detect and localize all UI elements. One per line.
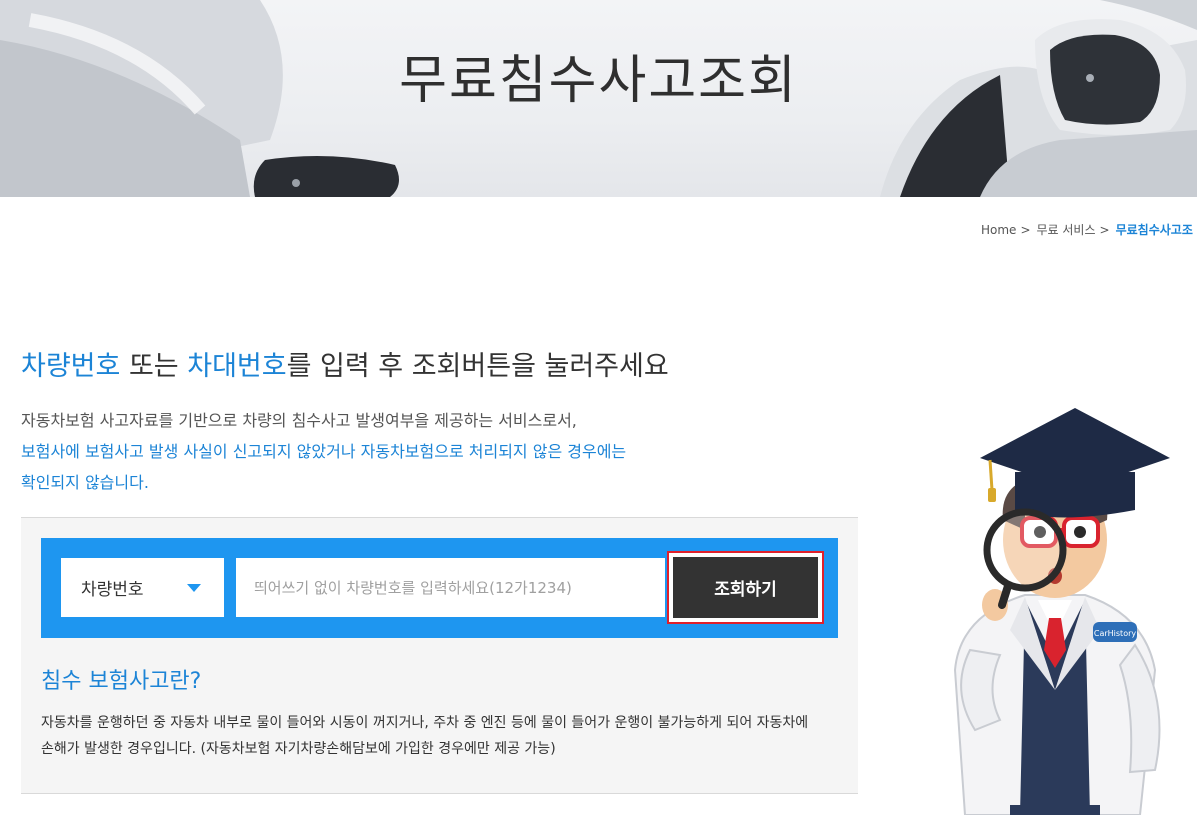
breadcrumb-separator: > bbox=[1099, 223, 1110, 237]
doctor-mascot-illustration: CarHistory bbox=[953, 408, 1170, 815]
info-text-line: 손해가 발생한 경우입니다. (자동차보험 자기차량손해담보에 가입한 경우에만… bbox=[41, 741, 556, 757]
description-line: 자동차보험 사고자료를 기반으로 차량의 침수사고 발생여부을 제공하는 서비스… bbox=[21, 411, 577, 430]
search-button-highlight: 조회하기 bbox=[667, 551, 824, 624]
breadcrumb-separator: > bbox=[1020, 223, 1031, 237]
search-bar: 차량번호 조회하기 bbox=[41, 538, 838, 638]
service-description: 자동차보험 사고자료를 기반으로 차량의 침수사고 발생여부을 제공하는 서비스… bbox=[21, 405, 626, 498]
breadcrumb-home[interactable]: Home bbox=[981, 223, 1016, 237]
instruction-headline: 차량번호 또는 차대번호를 입력 후 조회버튼을 눌러주세요 bbox=[21, 344, 669, 383]
search-type-select[interactable]: 차량번호 bbox=[61, 558, 224, 617]
hero-banner: 무료침수사고조회 bbox=[0, 0, 1197, 197]
page-title: 무료침수사고조회 bbox=[399, 51, 798, 111]
description-notice-line: 확인되지 않습니다. bbox=[21, 473, 149, 492]
search-panel: 차량번호 조회하기 침수 보험사고란? 자동차를 운행하던 중 자동차 내부로 … bbox=[21, 517, 858, 794]
headline-plate-number: 차량번호 bbox=[21, 351, 121, 382]
breadcrumb-free-service[interactable]: 무료 서비스 bbox=[1037, 221, 1096, 238]
plate-number-input[interactable] bbox=[236, 558, 665, 617]
info-text: 자동차를 운행하던 중 자동차 내부로 물이 들어와 시동이 꺼지거나, 주차 … bbox=[41, 710, 808, 762]
description-notice-line: 보험사에 보험사고 발생 사실이 신고되지 않았거나 자동차보험으로 처리되지 … bbox=[21, 442, 627, 461]
info-text-line: 자동차를 운행하던 중 자동차 내부로 물이 들어와 시동이 꺼지거나, 주차 … bbox=[41, 715, 809, 731]
caret-down-icon bbox=[187, 584, 201, 592]
search-button[interactable]: 조회하기 bbox=[673, 557, 818, 618]
headline-rest: 를 입력 후 조회버튼을 눌러주세요 bbox=[286, 351, 669, 382]
breadcrumb-current: 무료침수사고조 bbox=[1115, 223, 1193, 237]
breadcrumb: Home > 무료 서비스 > 무료침수사고조 bbox=[981, 221, 1193, 238]
badge-text: CarHistory bbox=[1094, 629, 1137, 638]
headline-or: 또는 bbox=[120, 351, 188, 382]
search-type-value: 차량번호 bbox=[81, 580, 144, 600]
headline-vin: 차대번호 bbox=[187, 351, 287, 382]
info-title: 침수 보험사고란? bbox=[41, 669, 202, 694]
